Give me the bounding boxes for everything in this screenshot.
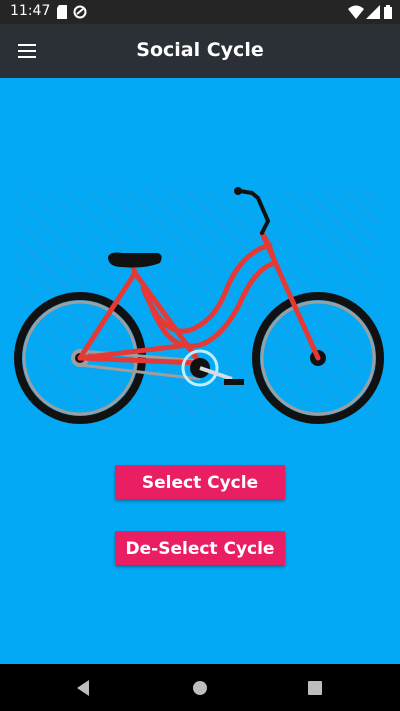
wifi-icon (348, 5, 364, 24)
sync-icon (73, 5, 87, 24)
battery-icon (384, 5, 392, 24)
select-cycle-button[interactable]: Select Cycle (115, 465, 285, 499)
navigation-bar (0, 664, 400, 711)
signal-icon (366, 5, 380, 24)
app-bar: Social Cycle (0, 24, 400, 78)
main-content: Select Cycle De-Select Cycle (0, 78, 400, 664)
status-bar: 11:47 (0, 0, 400, 24)
app-title: Social Cycle (136, 39, 264, 61)
status-time: 11:47 (10, 3, 51, 19)
back-icon[interactable] (74, 678, 94, 698)
sd-card-icon (56, 5, 68, 24)
recents-icon[interactable] (305, 678, 325, 698)
home-icon[interactable] (190, 678, 210, 698)
deselect-cycle-button[interactable]: De-Select Cycle (115, 531, 285, 565)
bicycle-illustration (14, 187, 384, 424)
